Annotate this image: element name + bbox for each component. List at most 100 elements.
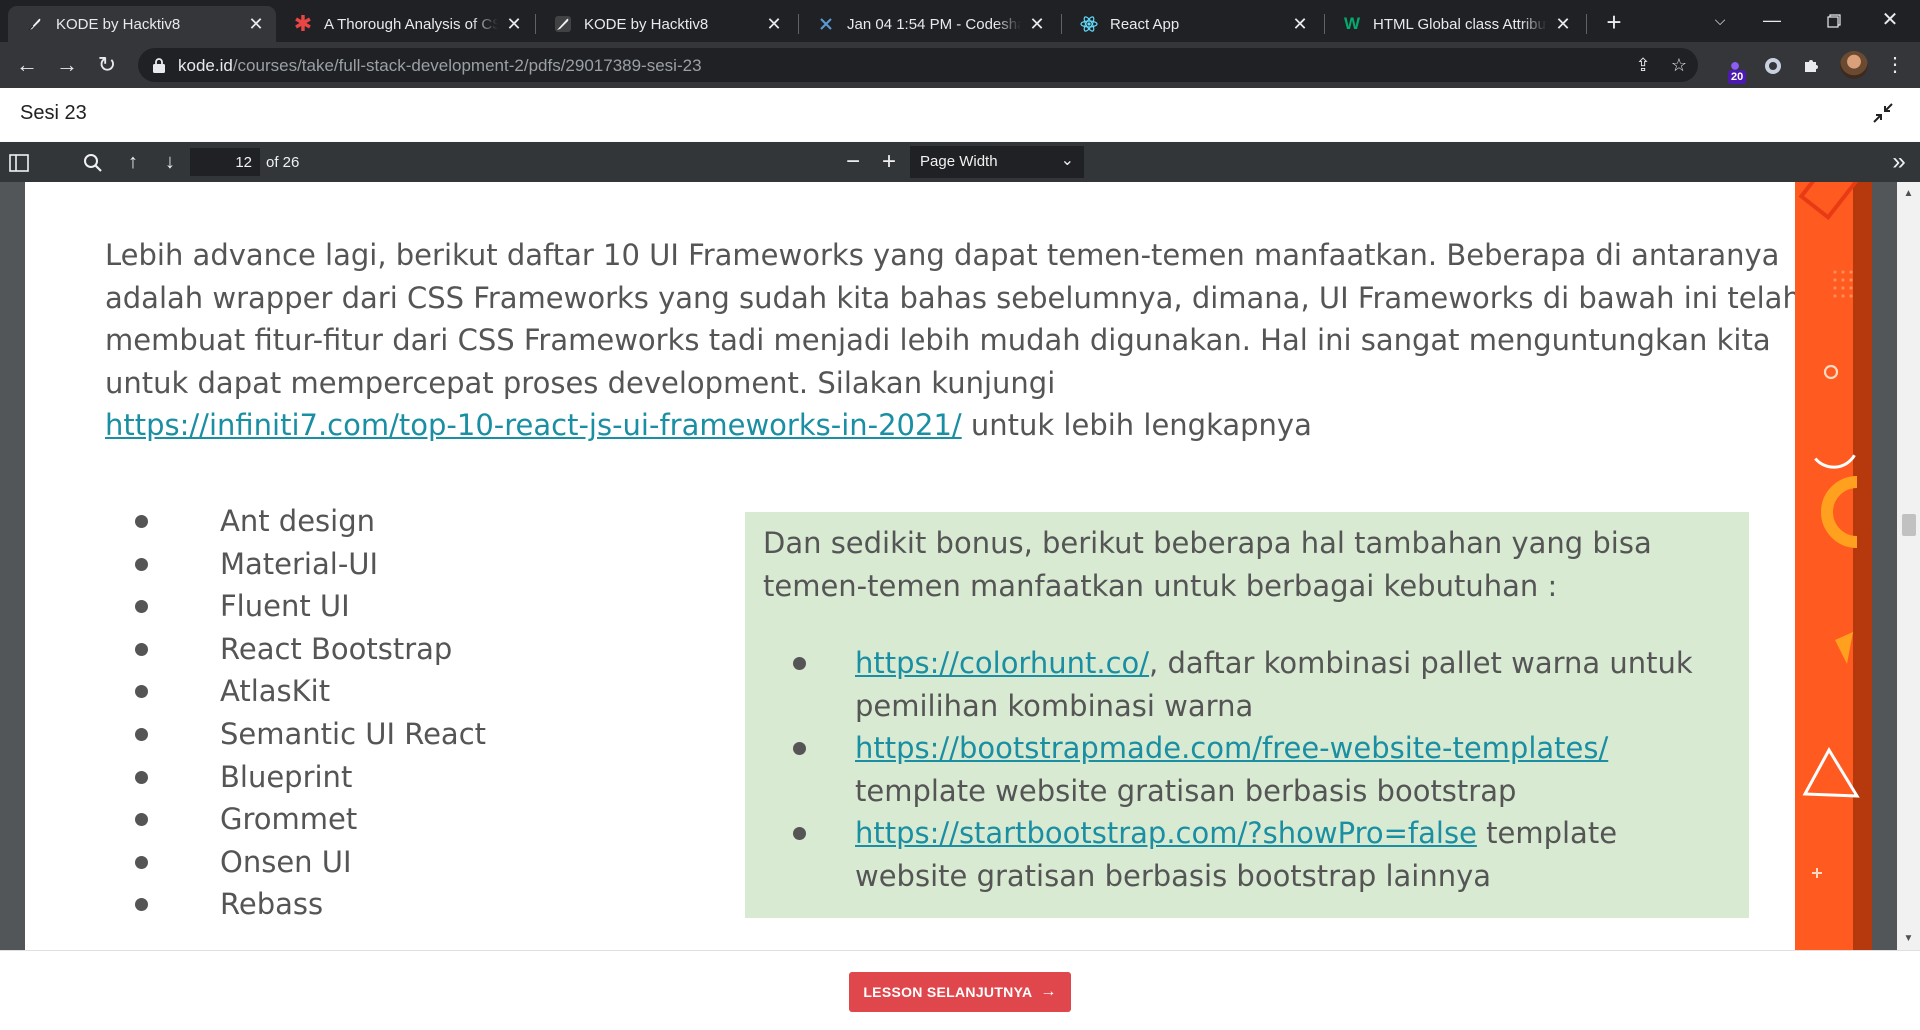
next-lesson-button[interactable]: LESSON SELANJUTNYA → <box>849 972 1071 1012</box>
tab-title: KODE by Hacktiv8 <box>584 15 709 33</box>
menu-kebab-icon[interactable]: ⋮ <box>1880 50 1910 80</box>
arrow-right-icon: → <box>1040 983 1057 1000</box>
scroll-up-icon[interactable]: ▲ <box>1903 188 1914 199</box>
extension-circle-icon[interactable] <box>1758 50 1788 80</box>
back-arrow-icon[interactable]: ← <box>12 50 42 80</box>
list-item: Rebass <box>135 883 486 926</box>
bullet-icon <box>793 742 806 755</box>
resource-link[interactable]: https://startbootstrap.com/?showPro=fals… <box>855 816 1477 850</box>
extensions-puzzle-icon[interactable] <box>1796 50 1826 80</box>
kode-feather-icon <box>554 15 572 33</box>
kode-feather-icon <box>26 15 44 33</box>
zoom-select-value: Page Width <box>920 153 998 170</box>
bonus-box: Dan sedikit bonus, berikut beberapa hal … <box>745 512 1749 918</box>
pdf-scrollbar[interactable]: ▲ ▼ <box>1897 182 1920 950</box>
bullet-icon <box>135 855 148 869</box>
bullet-icon <box>135 557 148 571</box>
list-item: Onsen UI <box>135 841 486 884</box>
tab-title: HTML Global class Attribute <box>1373 15 1547 33</box>
new-tab-button[interactable]: + <box>1598 8 1630 38</box>
previous-page-icon[interactable]: ↑ <box>120 150 146 174</box>
next-lesson-label: LESSON SELANJUTNYA <box>863 984 1033 1000</box>
forward-arrow-icon[interactable]: → <box>52 50 82 80</box>
framework-name: Semantic UI React <box>220 716 487 751</box>
browser-tab[interactable]: ✱ A Thorough Analysis of CSS ✕ <box>276 6 534 42</box>
browser-tab[interactable]: Jan 04 1:54 PM - Codeshare ✕ <box>799 6 1057 42</box>
browser-toolbar: ← → ↻ kode.id/courses/take/full-stack-de… <box>0 42 1920 88</box>
zoom-in-icon[interactable]: + <box>876 150 902 174</box>
tab-title: React App <box>1110 15 1180 33</box>
next-page-icon[interactable]: ↓ <box>157 150 183 174</box>
close-tab-icon[interactable]: ✕ <box>764 14 784 35</box>
collapse-icon[interactable] <box>1872 102 1896 126</box>
framework-name: React Bootstrap <box>220 631 453 666</box>
tab-search-icon[interactable]: ⌵ <box>1694 0 1746 40</box>
w3schools-icon: W <box>1343 14 1361 33</box>
decorative-shapes <box>1798 182 1861 878</box>
tools-expand-icon[interactable]: » <box>1886 150 1912 174</box>
bullet-icon <box>135 770 148 784</box>
close-tab-icon[interactable]: ✕ <box>504 14 524 35</box>
page-number-input[interactable] <box>190 148 260 176</box>
pdf-toolbar: ↑ ↓ of 26 − + Page Width ⌄ » <box>0 142 1920 182</box>
list-item: AtlasKit <box>135 670 486 713</box>
tab-divider <box>1586 14 1587 34</box>
browser-tab[interactable]: KODE by Hacktiv8 ✕ <box>536 6 794 42</box>
framework-name: Onsen UI <box>220 844 352 879</box>
tab-title: A Thorough Analysis of CSS <box>324 15 498 33</box>
profile-avatar[interactable] <box>1840 51 1868 79</box>
restore-button[interactable] <box>1808 0 1860 40</box>
list-item: React Bootstrap <box>135 628 486 671</box>
bullet-icon <box>793 827 806 840</box>
close-tab-icon[interactable]: ✕ <box>1290 14 1310 35</box>
zoom-out-icon[interactable]: − <box>840 150 866 174</box>
close-tab-icon[interactable]: ✕ <box>1027 14 1047 35</box>
scroll-down-icon[interactable]: ▼ <box>1903 933 1914 944</box>
list-item: Blueprint <box>135 756 486 799</box>
page-title: Sesi 23 <box>20 102 87 124</box>
bookmark-star-icon[interactable]: ☆ <box>1668 54 1690 76</box>
list-item: Fluent UI <box>135 585 486 628</box>
list-item: https://startbootstrap.com/?showPro=fals… <box>793 812 1735 897</box>
bullet-icon <box>135 813 148 827</box>
framework-name: Ant design <box>220 504 376 538</box>
react-atom-icon <box>1080 15 1098 33</box>
bullet-icon <box>793 657 806 670</box>
lesson-footer: LESSON SELANJUTNYA → <box>0 950 1920 1030</box>
resource-link[interactable]: https://colorhunt.co/ <box>855 646 1149 680</box>
framework-name: AtlasKit <box>220 674 331 709</box>
pdf-viewport[interactable]: Lebih advance lagi, berikut daftar 10 UI… <box>0 182 1920 950</box>
extension-badge: 20 <box>1728 70 1747 84</box>
pdf-page: Lebih advance lagi, berikut daftar 10 UI… <box>25 182 1872 950</box>
close-tab-icon[interactable]: ✕ <box>246 14 266 35</box>
browser-tab[interactable]: W HTML Global class Attribute ✕ <box>1325 6 1583 42</box>
browser-tab[interactable]: KODE by Hacktiv8 ✕ <box>8 6 276 42</box>
tab-title: Jan 04 1:54 PM - Codeshare <box>847 15 1021 33</box>
close-window-button[interactable]: ✕ <box>1864 0 1916 40</box>
lock-icon <box>153 58 165 73</box>
zoom-select[interactable]: Page Width ⌄ <box>910 146 1084 178</box>
list-item: Material-UI <box>135 543 486 586</box>
minimize-button[interactable]: — <box>1746 0 1798 40</box>
search-icon[interactable] <box>80 150 106 174</box>
reload-icon[interactable]: ↻ <box>92 50 122 80</box>
tab-title: KODE by Hacktiv8 <box>56 15 181 33</box>
intro-text: Lebih advance lagi, berikut daftar 10 UI… <box>105 238 1801 400</box>
browser-tab-strip: KODE by Hacktiv8 ✕ ✱ A Thorough Analysis… <box>0 0 1920 42</box>
chevron-down-icon: ⌄ <box>1060 152 1074 169</box>
resource-link[interactable]: https://bootstrapmade.com/free-website-t… <box>855 731 1608 765</box>
browser-tab[interactable]: React App ✕ <box>1062 6 1320 42</box>
bullet-icon <box>135 642 148 656</box>
scrollbar-thumb[interactable] <box>1902 514 1916 536</box>
bonus-list: https://colorhunt.co/, daftar kombinasi … <box>793 642 1735 897</box>
list-item: Ant design <box>135 500 486 543</box>
list-item: https://bootstrapmade.com/free-website-t… <box>793 727 1735 812</box>
list-item: https://colorhunt.co/, daftar kombinasi … <box>793 642 1735 727</box>
sidebar-toggle-icon[interactable] <box>6 150 32 174</box>
address-bar[interactable]: kode.id/courses/take/full-stack-developm… <box>138 48 1698 82</box>
close-tab-icon[interactable]: ✕ <box>1553 14 1573 35</box>
framework-name: Material-UI <box>220 546 379 581</box>
intro-link[interactable]: https://infiniti7.com/top-10-react-js-ui… <box>105 408 962 442</box>
url-host: kode.id <box>178 56 233 75</box>
share-icon[interactable]: ⇪ <box>1632 54 1654 76</box>
